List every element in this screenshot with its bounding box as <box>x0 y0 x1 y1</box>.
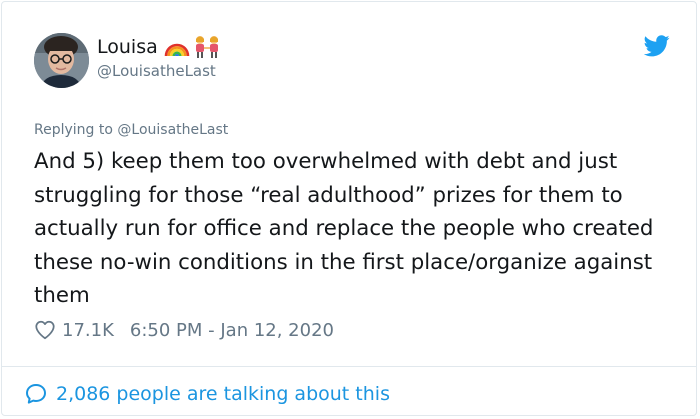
talking-about-link[interactable]: 2,086 people are talking about this <box>24 382 390 406</box>
replying-to-handle[interactable]: @LouisatheLast <box>117 122 228 138</box>
twitter-bird-icon[interactable] <box>644 35 670 57</box>
heart-icon[interactable] <box>34 319 56 341</box>
divider <box>2 366 696 367</box>
name-row: Louisa <box>97 35 222 59</box>
replying-to-prefix: Replying to <box>34 122 118 138</box>
rainbow-icon <box>164 43 190 57</box>
tweet-card: Louisa @LouisatheLast Replying to @Louis… <box>1 1 697 416</box>
tweet-meta: 17.1K 6:50 PM - Jan 12, 2020 <box>34 319 334 341</box>
avatar[interactable] <box>34 33 89 88</box>
name-emoji-badges <box>164 35 222 59</box>
user-handle[interactable]: @LouisatheLast <box>97 62 216 80</box>
tweet-text: And 5) keep them too overwhelmed with de… <box>34 149 654 309</box>
display-name[interactable]: Louisa <box>97 36 158 58</box>
like-count[interactable]: 17.1K <box>62 320 114 341</box>
speech-bubble-icon <box>26 384 46 404</box>
women-holding-hands-icon <box>195 36 218 58</box>
talking-about-label[interactable]: 2,086 people are talking about this <box>56 383 390 405</box>
replying-to: Replying to @LouisatheLast <box>34 122 228 138</box>
tweet-timestamp[interactable]: 6:50 PM - Jan 12, 2020 <box>130 320 334 341</box>
